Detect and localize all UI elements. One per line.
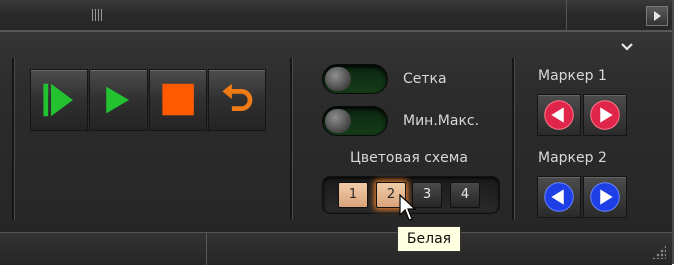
mouse-cursor-icon [399,193,417,221]
marker-prev-icon [544,182,574,212]
transport-controls [30,69,267,131]
grid-toggle[interactable] [322,64,388,94]
loop-button[interactable] [207,69,266,131]
marker-2-label: Маркер 2 [538,150,607,166]
minmax-toggle-label: Мин.Макс. [403,113,480,129]
loop-icon [222,83,253,111]
minmax-toggle-row: Мин.Макс. [322,106,479,136]
status-divider [206,233,207,265]
color-scheme-title: Цветовая схема [350,150,468,166]
separator [290,58,292,220]
resize-grip-icon[interactable] [652,245,666,259]
play-from-start-icon [43,83,73,117]
status-bar [0,232,672,265]
stop-button[interactable] [148,69,207,131]
grid-toggle-label: Сетка [403,71,447,87]
marker-1-prev-button[interactable] [537,94,581,136]
marker-1-label: Маркер 1 [538,68,607,84]
control-panel: Сетка Мин.Макс. Цветовая схема 1 2 3 4 М… [0,31,672,232]
minmax-toggle[interactable] [322,106,388,136]
scheme-button-1[interactable]: 1 [338,182,368,208]
separator [12,58,14,220]
player-window: Сетка Мин.Макс. Цветовая схема 1 2 3 4 М… [0,0,674,265]
marker-1-next-button[interactable] [583,94,627,136]
stop-icon [161,83,194,116]
marker-next-icon [590,182,620,212]
chevron-down-icon[interactable] [620,42,634,52]
marker-prev-icon [544,100,574,130]
horizontal-scrollbar[interactable] [0,0,672,31]
marker-2-next-button[interactable] [583,176,627,218]
separator [512,58,514,220]
scheme-button-4[interactable]: 4 [450,182,480,208]
scroll-right-button[interactable] [646,6,668,26]
scrollbar-marker [566,0,567,30]
marker-2-prev-button[interactable] [537,176,581,218]
play-button[interactable] [89,69,148,131]
play-from-start-button[interactable] [30,69,89,131]
play-icon [106,86,130,114]
marker-next-icon [590,100,620,130]
grid-toggle-row: Сетка [322,64,447,94]
scheme-tooltip: Белая [397,226,461,252]
scrollbar-grip[interactable] [92,9,102,21]
